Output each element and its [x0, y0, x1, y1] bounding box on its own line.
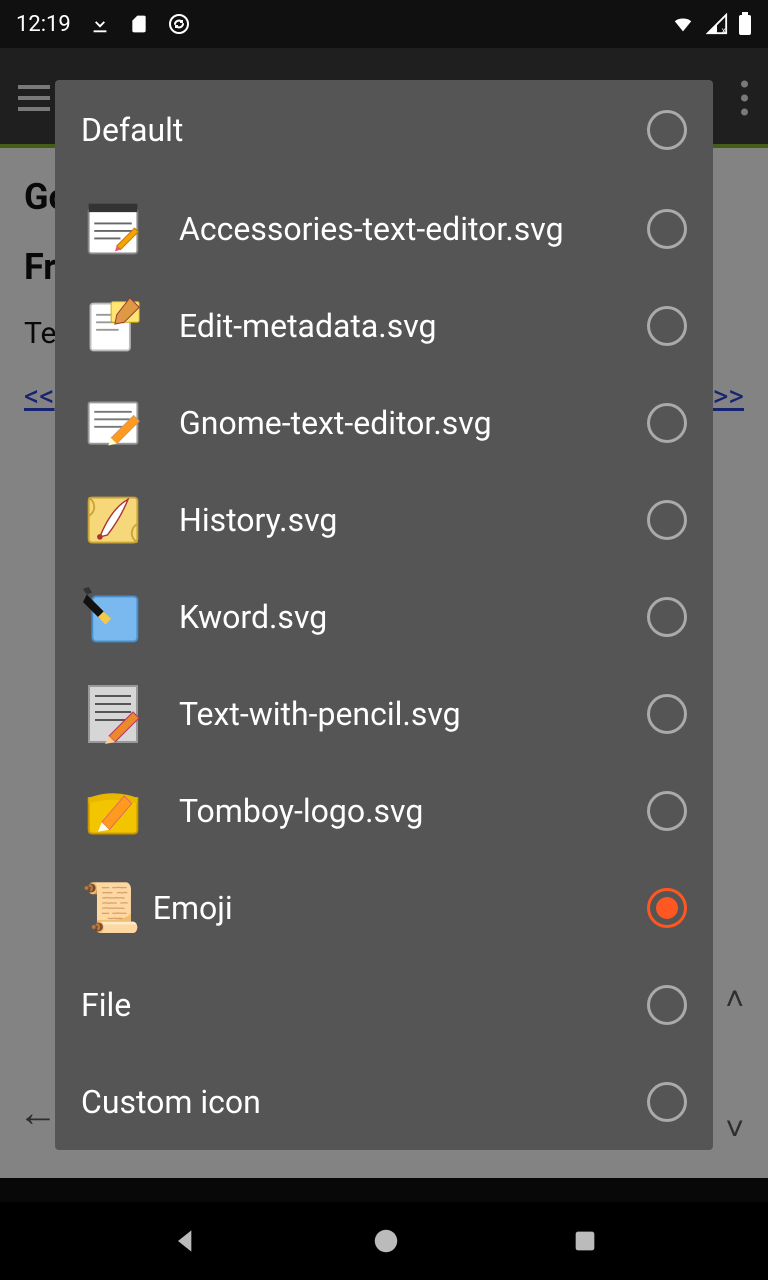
- option-custom-icon[interactable]: Custom icon: [55, 1053, 713, 1150]
- option-label: Custom icon: [81, 1083, 647, 1121]
- status-bar: 12:19 x: [0, 0, 768, 48]
- battery-icon: [738, 12, 752, 36]
- sync-off-icon: [167, 12, 191, 36]
- radio-selected[interactable]: [647, 888, 687, 928]
- option-default[interactable]: Default: [55, 80, 713, 180]
- option-label: File: [81, 986, 647, 1024]
- option-history[interactable]: History.svg: [55, 471, 713, 568]
- radio-unselected[interactable]: [647, 500, 687, 540]
- radio-unselected[interactable]: [647, 791, 687, 831]
- wifi-icon: [670, 13, 696, 35]
- icon-picker-dialog: Default Accessories-text-editor.svg Edit…: [55, 80, 713, 1150]
- radio-unselected[interactable]: [647, 1082, 687, 1122]
- option-label: Kword.svg: [179, 598, 647, 636]
- system-nav-bar: [0, 1202, 768, 1280]
- download-icon: [89, 13, 111, 35]
- option-emoji[interactable]: 📜 Emoji: [55, 859, 713, 956]
- metadata-icon: [81, 294, 145, 358]
- option-label: Emoji: [153, 889, 647, 927]
- nav-back-icon[interactable]: [170, 1225, 202, 1257]
- radio-unselected[interactable]: [647, 597, 687, 637]
- scroll-emoji-icon: 📜: [81, 884, 141, 932]
- option-text-with-pencil[interactable]: Text-with-pencil.svg: [55, 665, 713, 762]
- option-gnome-text-editor[interactable]: Gnome-text-editor.svg: [55, 374, 713, 471]
- radio-unselected[interactable]: [647, 694, 687, 734]
- notepad-icon: [81, 197, 145, 261]
- radio-unselected[interactable]: [647, 110, 687, 150]
- option-tomboy-logo[interactable]: Tomboy-logo.svg: [55, 762, 713, 859]
- option-label: Default: [81, 111, 647, 149]
- tomboy-icon: [81, 779, 145, 843]
- option-edit-metadata[interactable]: Edit-metadata.svg: [55, 277, 713, 374]
- clock: 12:19: [16, 12, 71, 37]
- option-label: Text-with-pencil.svg: [179, 695, 647, 733]
- scroll-quill-icon: [81, 488, 145, 552]
- option-kword[interactable]: Kword.svg: [55, 568, 713, 665]
- option-label: Edit-metadata.svg: [179, 307, 647, 345]
- option-file[interactable]: File: [55, 956, 713, 1053]
- option-accessories-text-editor[interactable]: Accessories-text-editor.svg: [55, 180, 713, 277]
- gnome-notepad-icon: [81, 391, 145, 455]
- text-pencil-icon: [81, 682, 145, 746]
- svg-text:x: x: [722, 26, 726, 35]
- sd-card-icon: [129, 13, 149, 35]
- option-label: Gnome-text-editor.svg: [179, 404, 647, 442]
- nav-recent-icon[interactable]: [571, 1227, 599, 1255]
- radio-unselected[interactable]: [647, 306, 687, 346]
- option-label: Tomboy-logo.svg: [179, 792, 647, 830]
- radio-unselected[interactable]: [647, 985, 687, 1025]
- radio-unselected[interactable]: [647, 209, 687, 249]
- nav-home-icon[interactable]: [371, 1226, 401, 1256]
- option-label: Accessories-text-editor.svg: [179, 210, 647, 248]
- signal-icon: x: [706, 13, 728, 35]
- option-label: History.svg: [179, 501, 647, 539]
- radio-unselected[interactable]: [647, 403, 687, 443]
- kword-icon: [81, 585, 145, 649]
